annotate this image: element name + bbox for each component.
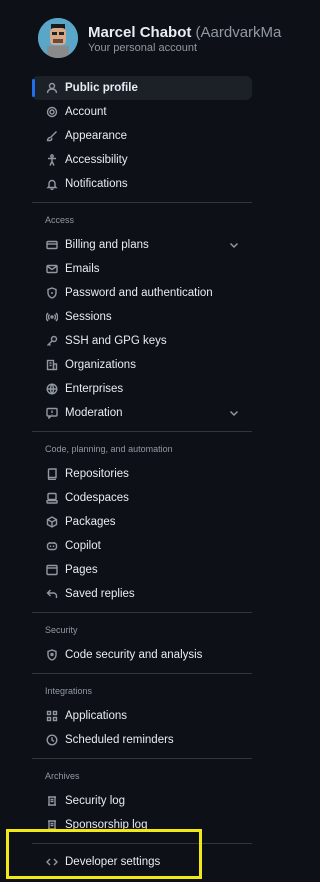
sidebar-item-label: Pages [65,564,98,576]
apps-icon [45,709,59,723]
sidebar-item-applications[interactable]: Applications [32,704,252,728]
sidebar-item-label: Applications [65,710,128,722]
clock-icon [45,733,59,747]
sidebar-item-emails[interactable]: Emails [32,257,252,281]
sidebar-item-copilot[interactable]: Copilot [32,534,252,558]
sidebar-item-repositories[interactable]: Repositories [32,462,252,486]
account-header: Marcel Chabot (AardvarkMa Your personal … [0,0,281,72]
divider [32,431,252,432]
sidebar-item-public-profile[interactable]: Public profile [32,76,252,100]
section-title: Security [45,625,78,635]
sidebar-item-label: Packages [65,516,116,528]
shield-icon [45,648,59,662]
avatar-image [38,18,78,58]
sidebar-item-organizations[interactable]: Organizations [32,353,252,377]
sidebar-item-label: Saved replies [65,588,135,600]
log-icon [45,794,59,808]
sidebar-item-label: Notifications [65,178,128,190]
sidebar-item-label: Code security and analysis [65,649,203,661]
key-icon [45,334,59,348]
sidebar-item-packages[interactable]: Packages [32,510,252,534]
sidebar-item-label: Enterprises [65,383,124,395]
reply-icon [45,587,59,601]
account-subtitle: Your personal account [88,42,198,54]
browser-icon [45,563,59,577]
divider [32,758,252,759]
sidebar-item-scheduled-reminders[interactable]: Scheduled reminders [32,728,252,752]
section-title: Access [45,215,75,225]
sidebar-item-label: Account [65,106,107,118]
sidebar-item-label: Emails [65,263,100,275]
sidebar-item-label: Public profile [65,82,138,94]
sidebar-item-label: Moderation [65,407,123,419]
sidebar-item-label: Sessions [65,311,112,323]
sidebar-item-pages[interactable]: Pages [32,558,252,582]
sidebar-item-label: Organizations [65,359,136,371]
codespaces-icon [45,491,59,505]
sidebar-item-password-and-authentication[interactable]: Password and authentication [32,281,252,305]
sidebar-item-label: Copilot [65,540,101,552]
sidebar-item-code-security-and-analysis[interactable]: Code security and analysis [32,643,252,667]
globe-icon [45,382,59,396]
sidebar-item-label: Billing and plans [65,239,149,251]
divider [32,612,252,613]
mail-icon [45,262,59,276]
user-display-name: Marcel Chabot [88,24,192,41]
copilot-icon [45,539,59,553]
sidebar-item-codespaces[interactable]: Codespaces [32,486,252,510]
divider [32,202,252,203]
chevron-down-icon[interactable] [228,407,240,419]
paintbrush-icon [45,129,59,143]
report-icon [45,406,59,420]
sidebar-item-label: Codespaces [65,492,129,504]
divider [32,673,252,674]
sidebar-item-label: Accessibility [65,154,128,166]
section-title: Archives [45,771,80,781]
shield-lock-icon [45,286,59,300]
sidebar-item-appearance[interactable]: Appearance [32,124,252,148]
sidebar-item-notifications[interactable]: Notifications [32,172,252,196]
organization-icon [45,358,59,372]
accessibility-icon [45,153,59,167]
sidebar-item-label: Repositories [65,468,129,480]
bell-icon [45,177,59,191]
sidebar-item-security-log[interactable]: Security log [32,789,252,813]
broadcast-icon [45,310,59,324]
chevron-down-icon[interactable] [228,239,240,251]
settings-sidebar: Public profile Account Appearance Accessibi… [32,76,252,874]
sidebar-item-account[interactable]: Account [32,100,252,124]
sidebar-item-moderation[interactable]: Moderation [32,401,252,425]
sidebar-item-label: Scheduled reminders [65,734,174,746]
sidebar-item-accessibility[interactable]: Accessibility [32,148,252,172]
sidebar-item-label: SSH and GPG keys [65,335,167,347]
sidebar-item-label: Security log [65,795,126,807]
user-handle: (AardvarkMa [195,24,282,41]
gear-icon [45,105,59,119]
sidebar-item-label: Appearance [65,130,128,142]
user-name[interactable]: Marcel Chabot (AardvarkMa [88,24,281,41]
package-icon [45,515,59,529]
sidebar-item-label: Password and authentication [65,287,213,299]
sidebar-item-ssh-and-gpg-keys[interactable]: SSH and GPG keys [32,329,252,353]
sidebar-item-saved-replies[interactable]: Saved replies [32,582,252,606]
section-title: Code, planning, and automation [45,444,173,454]
sidebar-item-enterprises[interactable]: Enterprises [32,377,252,401]
sidebar-item-billing-and-plans[interactable]: Billing and plans [32,233,252,257]
section-title: Integrations [45,686,93,696]
credit-card-icon [45,238,59,252]
avatar[interactable] [38,18,78,58]
repo-icon [45,467,59,481]
sidebar-item-sessions[interactable]: Sessions [32,305,252,329]
person-icon [45,81,59,95]
highlight-box [6,829,202,879]
